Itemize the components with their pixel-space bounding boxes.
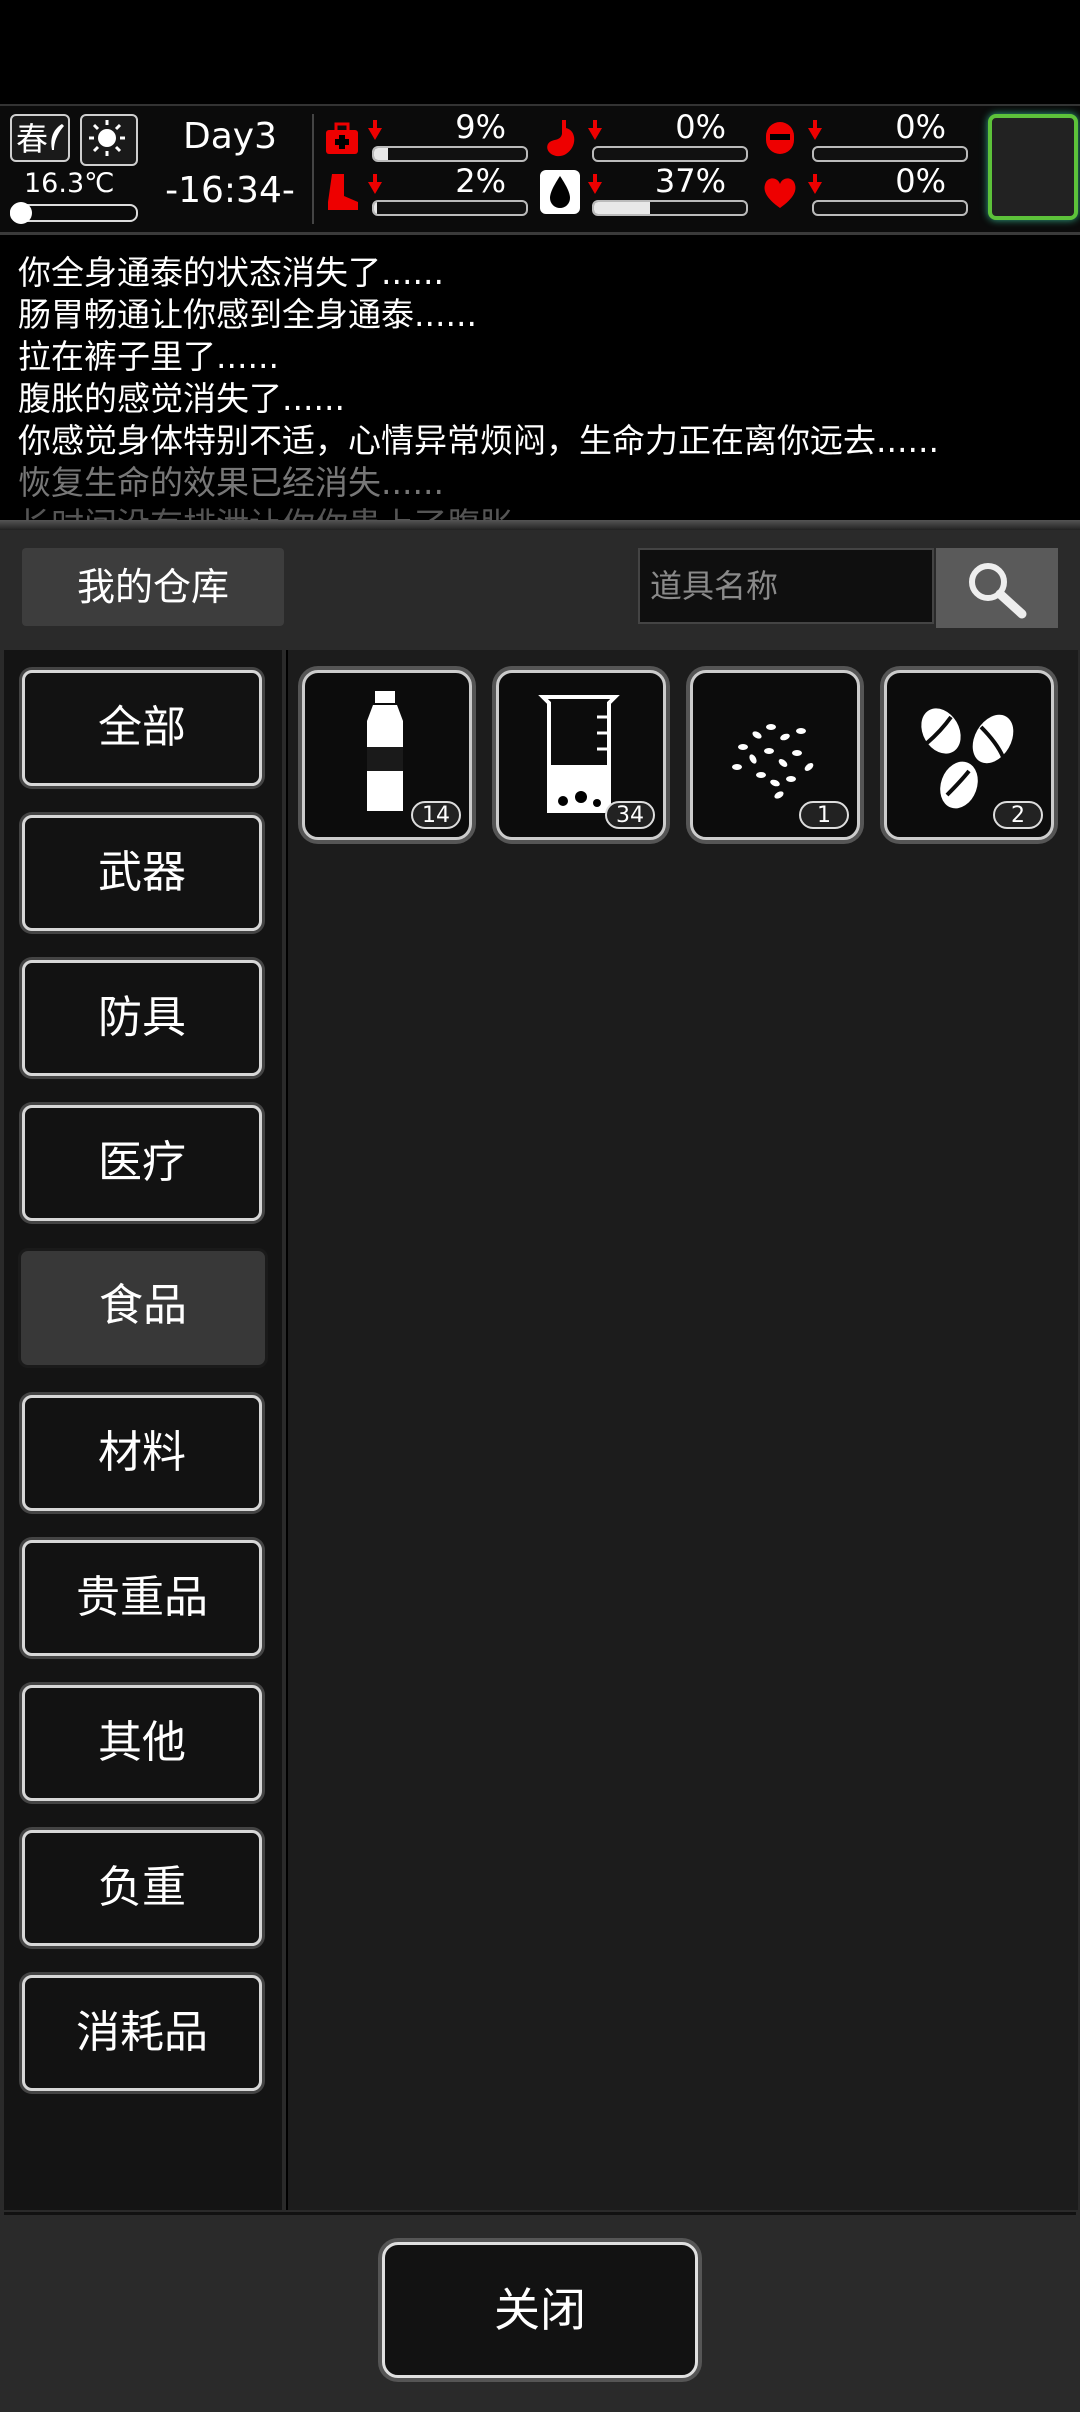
decrease-arrow-head: [808, 182, 822, 194]
stat-bar-fill: [374, 202, 378, 214]
log-line: 长时间没有排泄让你你患上了腹胀: [18, 498, 513, 520]
stat-bar: [592, 146, 748, 162]
item-count: 14: [411, 801, 461, 829]
stomach-icon: [547, 120, 575, 157]
weather-badge: [80, 114, 138, 166]
character-portrait[interactable]: [988, 114, 1078, 220]
stat-bar: [812, 200, 968, 216]
category-button-materials[interactable]: 材料: [22, 1395, 262, 1511]
sun-icon: [89, 120, 125, 156]
category-button-valuables[interactable]: 贵重品: [22, 1540, 262, 1656]
stat-bar: [372, 200, 528, 216]
decrease-arrow-head: [368, 128, 382, 140]
log-line: 你全身通泰的状态消失了......: [18, 253, 444, 292]
stat-bar-fill: [594, 202, 651, 214]
log-line: 拉在裤子里了......: [18, 337, 279, 376]
category-button-all[interactable]: 全部: [22, 670, 262, 786]
stat-value: 2%: [455, 162, 506, 200]
search-button[interactable]: [936, 548, 1058, 628]
log-line: 肠胃畅通让你感到全身通泰......: [18, 295, 477, 334]
category-button-armor[interactable]: 防具: [22, 960, 262, 1076]
stat-value: 0%: [895, 162, 946, 200]
item-slot-beaker[interactable]: 34: [496, 670, 666, 840]
item-slot-nuts[interactable]: 2: [884, 670, 1054, 840]
log-line: 腹胀的感觉消失了......: [18, 379, 345, 418]
warehouse-title: 我的仓库: [22, 548, 284, 626]
stat-value: 0%: [675, 108, 726, 146]
item-count: 1: [799, 801, 849, 829]
season-label: 春: [16, 120, 49, 158]
bladder-icon: [766, 122, 794, 154]
decrease-arrow-head: [368, 182, 382, 194]
stat-value: 9%: [455, 108, 506, 146]
search-bar: [638, 548, 1058, 628]
category-button-load[interactable]: 负重: [22, 1830, 262, 1946]
category-button-consumables[interactable]: 消耗品: [22, 1975, 262, 2091]
temperature-label: 16.3℃: [24, 168, 115, 199]
category-button-medical[interactable]: 医疗: [22, 1105, 262, 1221]
category-button-weapons[interactable]: 武器: [22, 815, 262, 931]
medkit-icon: [326, 122, 358, 154]
nuts-icon: [921, 708, 1014, 809]
stat-value: 0%: [895, 108, 946, 146]
season-badge: 春: [10, 114, 70, 162]
stat-bar: [592, 200, 748, 216]
item-slot-water-bottle[interactable]: 14: [302, 670, 472, 840]
item-count: 2: [993, 801, 1043, 829]
log-line: 你感觉身体特别不适，心情异常烦闷，生命力正在离你远去......: [18, 421, 939, 460]
feather-icon: [51, 124, 64, 150]
day-label: Day3: [183, 116, 277, 157]
seeds-icon: [732, 724, 814, 799]
boot-icon: [328, 174, 358, 210]
close-button[interactable]: 关闭: [382, 2242, 698, 2378]
decrease-arrow-head: [588, 128, 602, 140]
item-count: 34: [605, 801, 655, 829]
stat-bar: [812, 146, 968, 162]
decrease-arrow-head: [588, 182, 602, 194]
status-divider: [312, 114, 314, 224]
water-drop-icon: [540, 170, 580, 214]
time-label: -16:34-: [165, 170, 295, 211]
thermometer-icon: [10, 202, 32, 224]
category-sidebar: 全部 武器 防具 医疗 食品 材料 贵重品 其他 负重 消耗品: [4, 650, 282, 2210]
item-grid: [286, 650, 1078, 2210]
item-slot-seeds[interactable]: 1: [690, 670, 860, 840]
heart-icon: [764, 178, 796, 208]
stat-bar-fill: [374, 148, 388, 160]
decrease-arrow-head: [808, 128, 822, 140]
status-bar: 春 16.3℃ Day3 -16:34- 9% 0% 0% 2% 37% 0%: [0, 104, 1080, 235]
log-line: 恢复生命的效果已经消失......: [18, 463, 444, 502]
water-bottle-icon: [367, 691, 403, 811]
category-button-food[interactable]: 食品: [18, 1248, 268, 1368]
message-log[interactable]: 你全身通泰的状态消失了...... 肠胃畅通让你感到全身通泰...... 拉在裤…: [0, 236, 1080, 520]
beaker-icon: [538, 695, 620, 813]
stat-bar: [372, 146, 528, 162]
stat-value: 37%: [654, 162, 726, 200]
search-icon: [969, 563, 1027, 619]
search-input[interactable]: [638, 548, 934, 624]
log-divider: [0, 520, 1080, 530]
category-button-other[interactable]: 其他: [22, 1685, 262, 1801]
